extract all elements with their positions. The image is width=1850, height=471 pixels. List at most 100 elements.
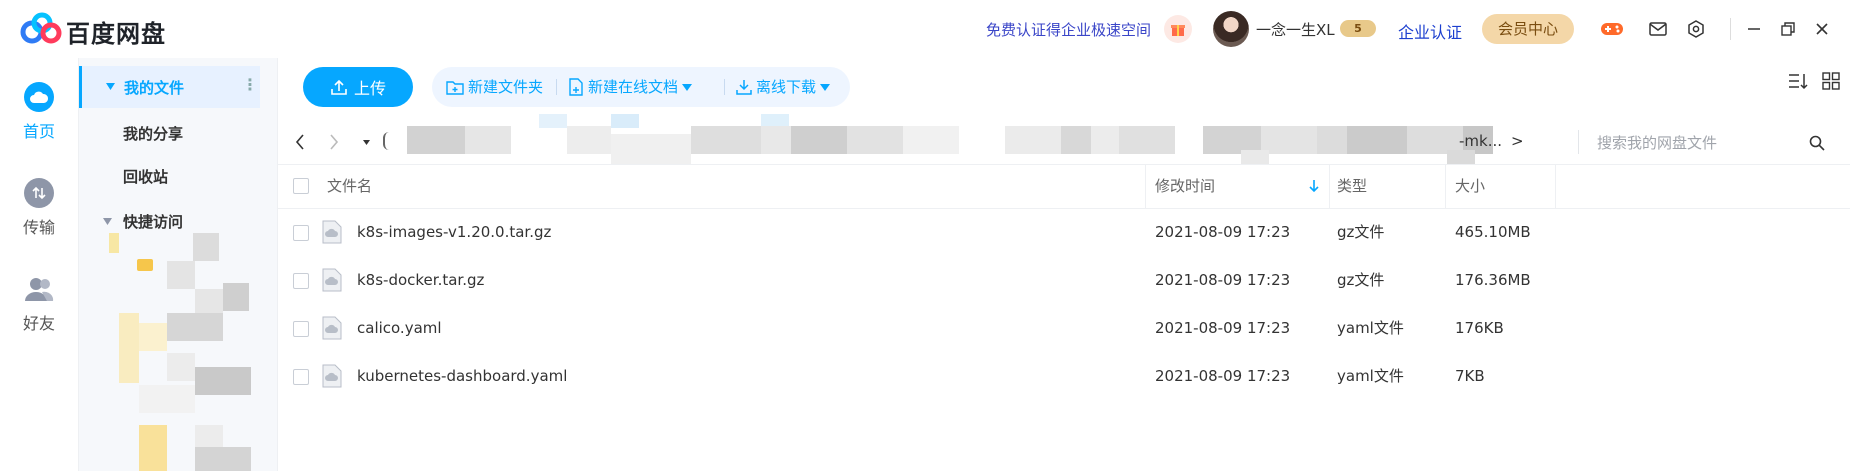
vip-level-badge: 5: [1340, 20, 1376, 37]
nav-friends[interactable]: 好友: [0, 274, 78, 334]
transfer-icon: [24, 178, 54, 208]
caret-down-icon: [106, 83, 115, 90]
column-modified-header[interactable]: 修改时间: [1155, 164, 1215, 208]
restore-icon[interactable]: [1776, 17, 1800, 41]
nav-home[interactable]: 首页: [0, 82, 78, 142]
back-arrow-icon[interactable]: [295, 134, 305, 150]
left-nav: 首页 传输 好友: [0, 58, 78, 471]
download-icon: [736, 80, 752, 95]
file-name[interactable]: k8s-docker.tar.gz: [357, 256, 484, 304]
vip-level-text: 5: [1354, 22, 1362, 35]
table-row[interactable]: k8s-images-v1.20.0.tar.gz 2021-08-09 17:…: [277, 208, 1850, 256]
toolbar-group: 新建文件夹 新建在线文档 离线下载: [432, 67, 850, 107]
toolbar-divider: [556, 79, 557, 95]
sidebar-item-quick-access[interactable]: 快捷访问: [123, 211, 183, 232]
path-dropdown-icon[interactable]: [363, 140, 370, 145]
avatar[interactable]: [1213, 11, 1249, 47]
title-bar: 百度网盘 免费认证得企业极速空间 一念一生XL 5 企业认证 会员中心: [0, 0, 1850, 58]
column-name-header[interactable]: 文件名: [327, 164, 372, 208]
settings-icon[interactable]: [1684, 17, 1708, 41]
table-row[interactable]: kubernetes-dashboard.yaml 2021-08-09 17:…: [277, 352, 1850, 400]
member-center-button[interactable]: 会员中心: [1482, 14, 1574, 44]
new-online-doc-button[interactable]: 新建在线文档: [568, 67, 693, 107]
sidebar: 我的文件 ⋮ 我的分享 回收站 快捷访问: [78, 58, 278, 471]
chevron-down-icon: [820, 83, 831, 91]
forward-arrow-icon[interactable]: [329, 134, 339, 150]
column-size-header[interactable]: 大小: [1455, 164, 1485, 208]
file-size: 176KB: [1455, 319, 1504, 337]
table-row[interactable]: calico.yaml 2021-08-09 17:23 yaml文件 176K…: [277, 304, 1850, 352]
file-type: gz文件: [1337, 223, 1385, 241]
search-icon[interactable]: [1809, 135, 1825, 151]
offline-download-label: 离线下载: [756, 78, 817, 96]
mosaic-redaction: [109, 233, 251, 471]
minimize-icon[interactable]: [1742, 17, 1766, 41]
sidebar-item-my-share[interactable]: 我的分享: [123, 123, 183, 144]
file-size: 176.36MB: [1455, 271, 1531, 289]
gift-icon[interactable]: [1164, 15, 1192, 43]
upload-label: 上传: [353, 79, 386, 98]
grid-view-icon[interactable]: [1822, 72, 1840, 90]
username[interactable]: 一念一生XL: [1256, 19, 1335, 40]
free-enterprise-space-link[interactable]: 免费认证得企业极速空间: [986, 19, 1151, 40]
new-folder-button[interactable]: 新建文件夹: [446, 67, 543, 107]
baidu-netdisk-logo: [20, 12, 62, 44]
view-controls: [1788, 72, 1840, 90]
offline-download-button[interactable]: 离线下载: [736, 67, 831, 107]
sidebar-item-recycle-bin[interactable]: 回收站: [123, 166, 168, 187]
game-icon[interactable]: [1600, 17, 1624, 41]
file-icon: [322, 268, 342, 292]
sidebar-item-my-files[interactable]: 我的文件 ⋮: [79, 66, 260, 108]
more-icon[interactable]: ⋮: [242, 75, 258, 94]
path-bar: -mk... >: [277, 114, 1850, 165]
nav-transfer[interactable]: 传输: [0, 178, 78, 238]
file-modified: 2021-08-09 17:23: [1155, 271, 1291, 289]
toolbar-divider: [724, 79, 725, 95]
new-doc-icon: [569, 78, 583, 96]
file-name[interactable]: k8s-images-v1.20.0.tar.gz: [357, 208, 551, 256]
new-folder-label: 新建文件夹: [468, 78, 544, 96]
column-divider: [1329, 164, 1330, 208]
search-input[interactable]: [1595, 130, 1789, 156]
mail-icon[interactable]: [1646, 17, 1670, 41]
breadcrumb-next[interactable]: >: [1511, 132, 1524, 150]
file-icon: [322, 220, 342, 244]
nav-transfer-label: 传输: [22, 218, 55, 237]
column-divider: [1445, 164, 1446, 208]
main-panel: 上传 新建文件夹 新建在线文档 离线下载 -mk... > 搜索我的网盘文件 文…: [277, 58, 1850, 471]
column-divider: [1145, 164, 1146, 208]
file-name[interactable]: calico.yaml: [357, 304, 442, 352]
friends-icon: [24, 274, 54, 304]
file-modified: 2021-08-09 17:23: [1155, 223, 1291, 241]
breadcrumb-current[interactable]: -mk...: [1459, 132, 1502, 150]
new-folder-icon: [446, 81, 464, 95]
breadcrumb-redacted: [383, 114, 1563, 164]
upload-button[interactable]: 上传: [303, 67, 413, 107]
file-icon: [322, 316, 342, 340]
file-modified: 2021-08-09 17:23: [1155, 319, 1291, 337]
row-checkbox[interactable]: [293, 225, 309, 241]
search-box: [1578, 130, 1809, 156]
table-row[interactable]: k8s-docker.tar.gz 2021-08-09 17:23 gz文件 …: [277, 256, 1850, 304]
close-icon[interactable]: [1810, 17, 1834, 41]
sidebar-item-label: 我的文件: [124, 79, 185, 97]
select-all-checkbox[interactable]: [293, 178, 309, 194]
file-icon: [322, 364, 342, 388]
titlebar-divider: [1730, 18, 1731, 40]
file-type: gz文件: [1337, 271, 1385, 289]
sort-list-icon[interactable]: [1788, 72, 1808, 90]
nav-friends-label: 好友: [22, 314, 55, 333]
sort-desc-icon[interactable]: [1309, 179, 1319, 193]
nav-home-label: 首页: [22, 122, 55, 141]
file-modified: 2021-08-09 17:23: [1155, 367, 1291, 385]
row-checkbox[interactable]: [293, 369, 309, 385]
row-checkbox[interactable]: [293, 273, 309, 289]
file-name[interactable]: kubernetes-dashboard.yaml: [357, 352, 567, 400]
cloud-icon: [24, 82, 54, 112]
row-checkbox[interactable]: [293, 321, 309, 337]
app-title: 百度网盘: [66, 20, 166, 48]
file-size: 7KB: [1455, 367, 1485, 385]
column-type-header[interactable]: 类型: [1337, 164, 1367, 208]
enterprise-verify-link[interactable]: 企业认证: [1398, 19, 1462, 43]
file-type: yaml文件: [1337, 319, 1404, 337]
